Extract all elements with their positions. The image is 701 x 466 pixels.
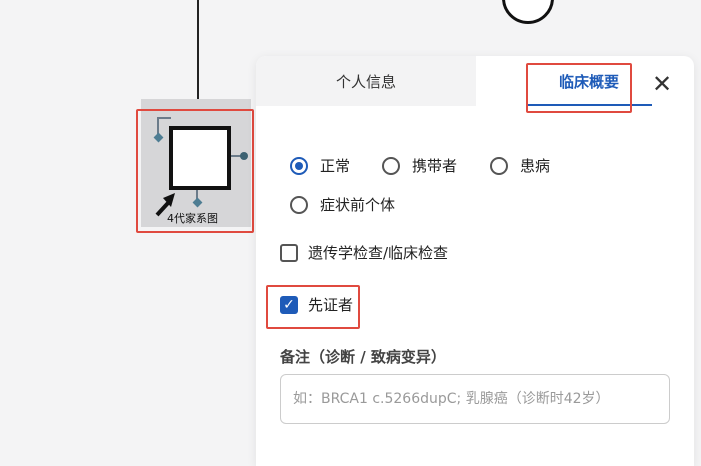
status-option-normal[interactable]: 正常	[290, 155, 350, 176]
genetic-test-label: 遗传学检查/临床检查	[308, 244, 449, 262]
checkmark-icon[interactable]: ✓	[280, 295, 298, 314]
radio-icon[interactable]	[490, 156, 508, 175]
tab-clinical-summary[interactable]: 临床概要	[526, 56, 652, 106]
proband-checkbox[interactable]: ✓ 先证者	[280, 294, 353, 315]
connector-handle[interactable]	[240, 152, 248, 160]
genetic-test-checkbox[interactable]: 遗传学检查/临床检查	[280, 242, 448, 263]
connector	[157, 117, 171, 119]
status-option-carrier[interactable]: 携带者	[382, 155, 457, 176]
panel-tabs: 个人信息 临床概要 ✕	[256, 56, 694, 106]
proband-label: 先证者	[308, 296, 354, 314]
status-option-label: 携带者	[412, 157, 458, 175]
clinical-panel: 个人信息 临床概要 ✕ 正常 携带者 患病 症状前个体 遗传学检查/临床检查 ✓…	[256, 56, 694, 466]
female-node[interactable]	[502, 0, 554, 24]
radio-icon[interactable]	[382, 156, 400, 175]
status-option-label: 症状前个体	[320, 196, 396, 214]
tab-personal-info[interactable]: 个人信息	[256, 56, 476, 106]
close-icon[interactable]: ✕	[650, 70, 674, 98]
radio-icon[interactable]	[290, 195, 308, 214]
status-option-label: 患病	[520, 157, 551, 175]
radio-icon[interactable]	[290, 156, 308, 175]
active-tab-indicator	[526, 104, 652, 106]
status-option-affected[interactable]: 患病	[490, 155, 550, 176]
status-option-presymptomatic[interactable]: 症状前个体	[290, 194, 395, 215]
node-label: 4代家系图	[167, 212, 218, 225]
checkbox-icon[interactable]	[280, 243, 298, 262]
status-option-label: 正常	[320, 157, 351, 175]
notes-label: 备注（诊断 / 致病变异）	[280, 348, 446, 366]
male-node[interactable]	[169, 126, 231, 190]
notes-input[interactable]	[280, 374, 670, 424]
